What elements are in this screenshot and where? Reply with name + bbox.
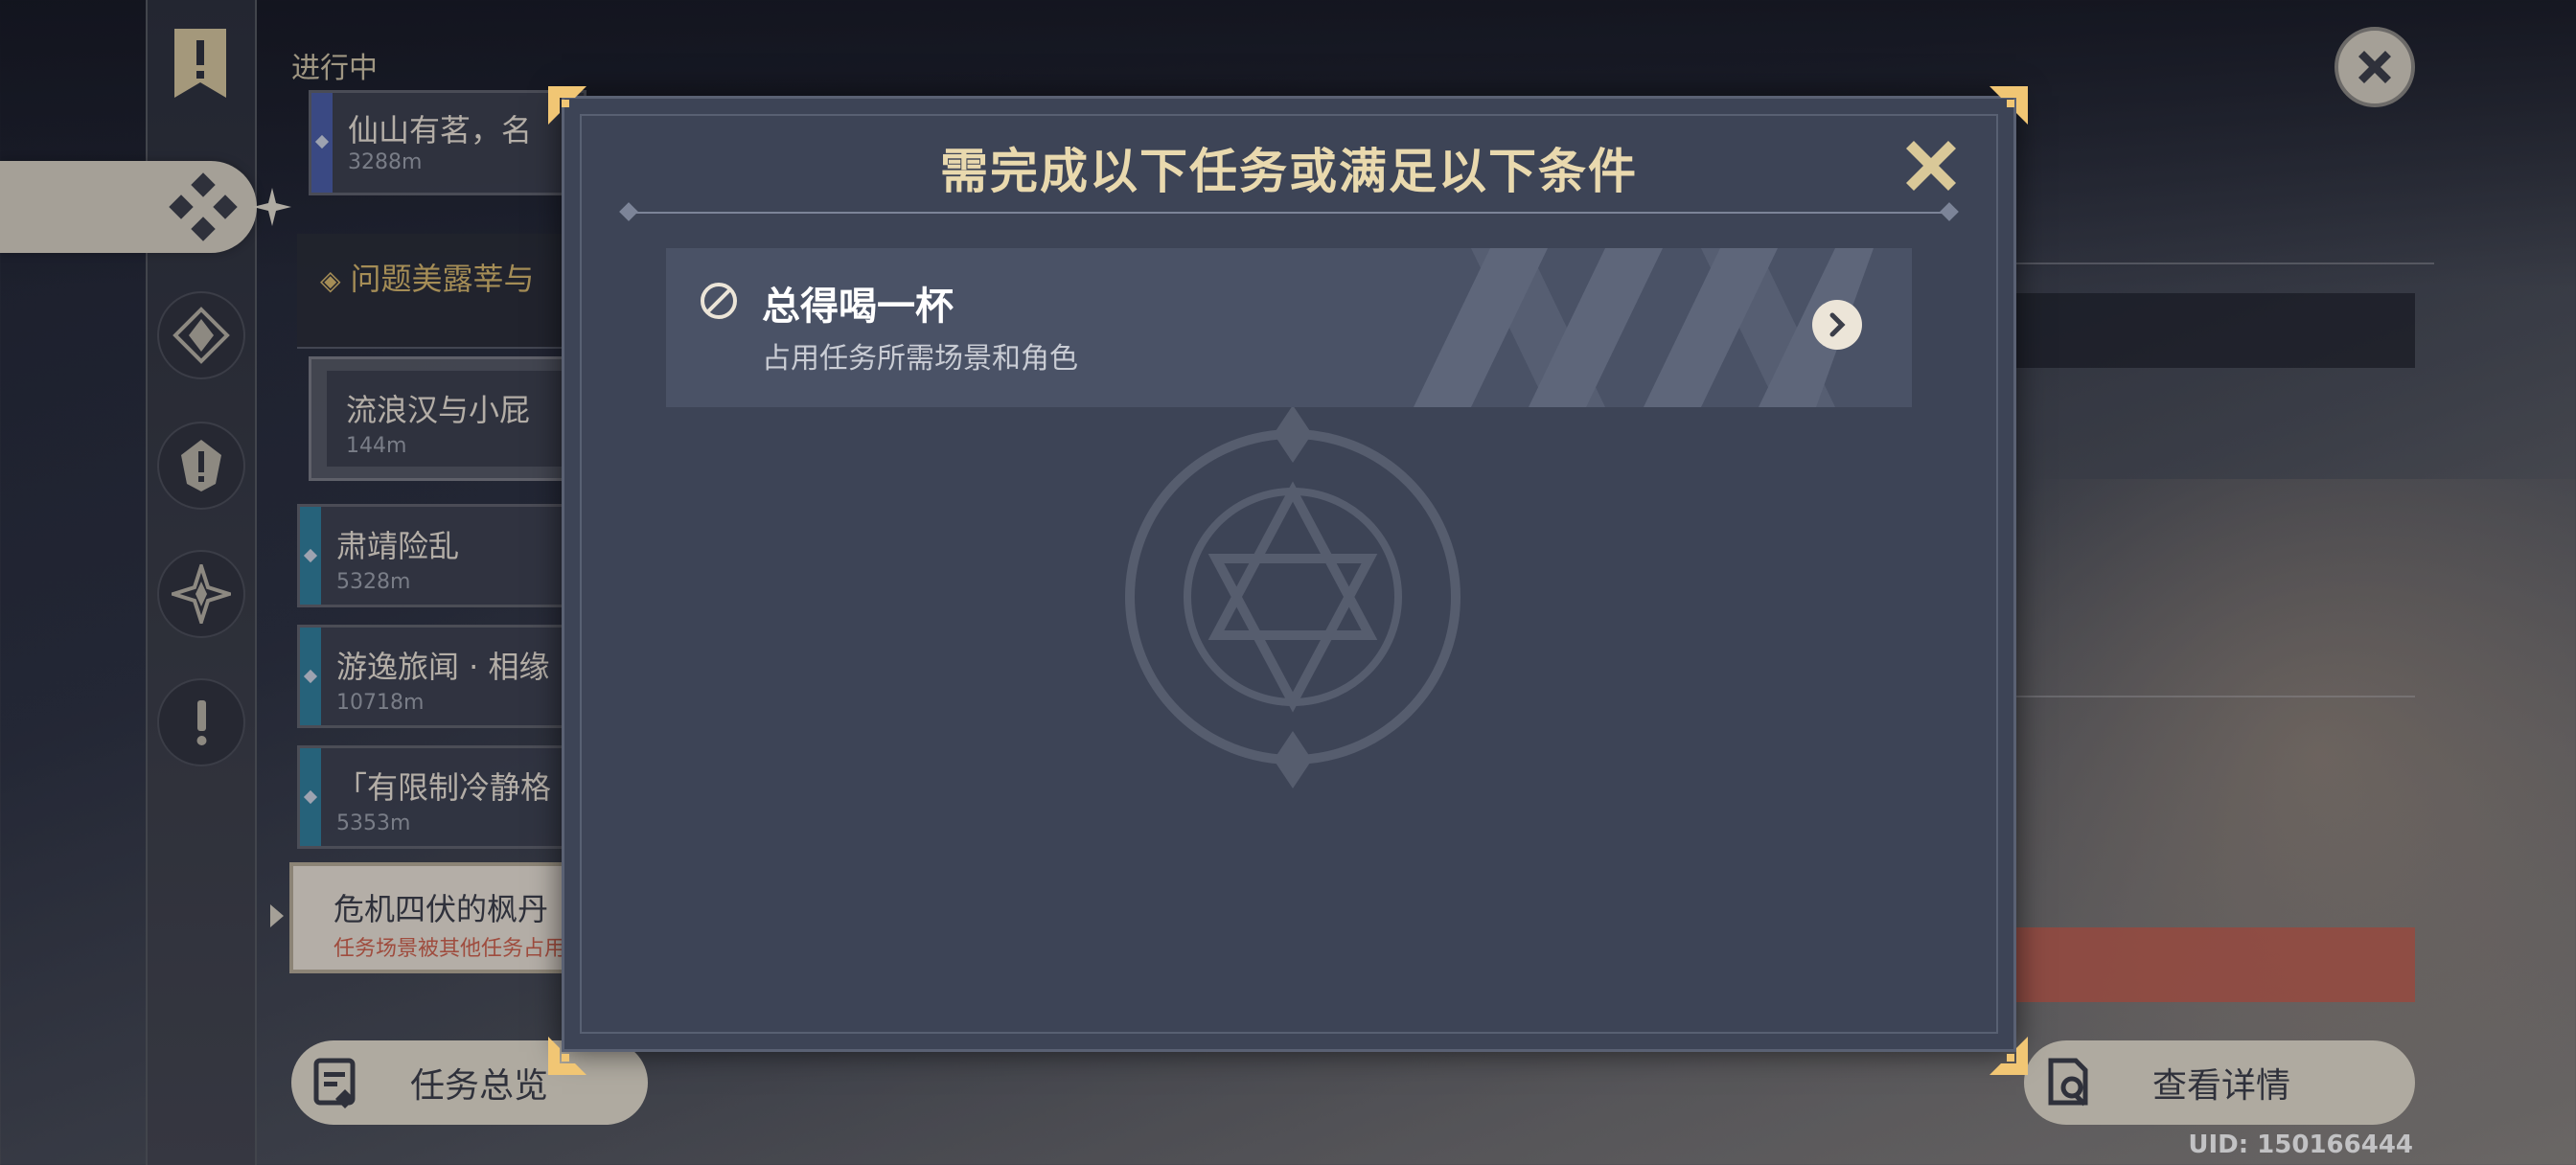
close-icon bbox=[1906, 141, 1956, 191]
title-divider bbox=[628, 212, 1950, 214]
dialog-title: 需完成以下任务或满足以下条件 bbox=[940, 144, 1638, 199]
dialog-close-button[interactable] bbox=[1900, 135, 1962, 196]
corner-ornament-icon bbox=[1984, 86, 2028, 130]
corner-ornament-icon bbox=[548, 1031, 592, 1075]
emblem-watermark-icon bbox=[1082, 386, 1504, 808]
condition-title: 总得喝一杯 bbox=[762, 285, 954, 329]
chevron-right-icon bbox=[1829, 312, 1846, 337]
corner-ornament-icon bbox=[1984, 1031, 2028, 1075]
condition-item[interactable]: 总得喝一杯 占用任务所需场景和角色 bbox=[666, 248, 1912, 407]
conditions-dialog: 需完成以下任务或满足以下条件 总得喝一杯 占用任务所需场景和角色 bbox=[562, 96, 2016, 1052]
blocked-icon bbox=[699, 281, 739, 321]
condition-go-button[interactable] bbox=[1812, 300, 1862, 350]
corner-ornament-icon bbox=[548, 86, 592, 130]
condition-description: 占用任务所需场景和角色 bbox=[762, 342, 1078, 376]
pattern-decoration-icon bbox=[1414, 248, 1874, 407]
